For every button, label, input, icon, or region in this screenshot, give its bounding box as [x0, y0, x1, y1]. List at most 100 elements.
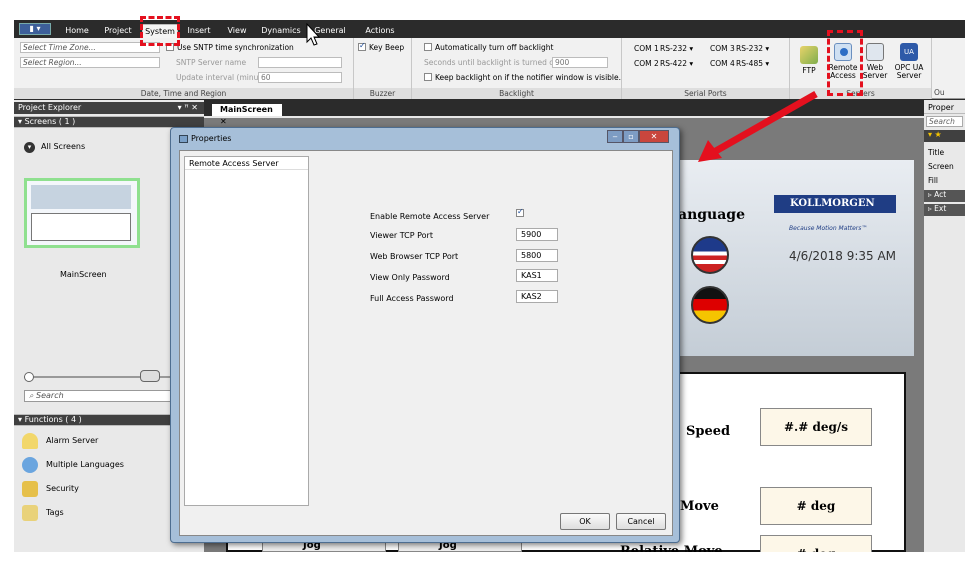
window-controls: ‒ ▫ ✕	[607, 130, 669, 143]
view-only-password-label: View Only Password	[370, 273, 450, 282]
tab-project[interactable]: Project	[98, 24, 138, 38]
update-interval-input[interactable]: 60	[258, 72, 342, 83]
functions-section-label: Functions ( 4 )	[24, 415, 82, 424]
keep-on-checkbox[interactable]: Keep backlight on if the notifier window…	[424, 73, 621, 82]
seconds-input[interactable]: 900	[552, 57, 608, 68]
function-tags[interactable]: Tags	[22, 504, 64, 522]
function-multiple-languages[interactable]: Multiple Languages	[22, 456, 124, 474]
list-item-remote-access-server[interactable]: Remote Access Server	[185, 157, 308, 170]
tab-mainscreen[interactable]: MainScreen ✕	[212, 104, 282, 126]
group-label-buzzer: Buzzer	[354, 88, 411, 99]
keep-on-box[interactable]	[424, 73, 432, 81]
annotation-arrow	[698, 90, 818, 162]
group-date-time-region: Select Time Zone... Select Region... Use…	[14, 38, 354, 99]
web-server-button[interactable]: Web Server	[860, 43, 890, 80]
maximize-icon[interactable]: ▫	[623, 130, 639, 143]
opc-label-2: Server	[896, 71, 922, 80]
auto-off-label: Automatically turn off backlight	[435, 43, 554, 52]
key-beep-box[interactable]	[358, 41, 366, 51]
chevron-down-icon: ▾	[689, 44, 694, 53]
cancel-button[interactable]: Cancel	[616, 513, 666, 530]
actions-section-label: Act	[934, 190, 947, 199]
mainscreen-thumbnail[interactable]	[24, 178, 140, 248]
tab-actions[interactable]: Actions	[360, 24, 400, 38]
function-alarm-server[interactable]: Alarm Server	[22, 432, 98, 450]
file-menu-button[interactable]: ▮ ▾	[19, 23, 51, 35]
pin-icon[interactable]: ▾ ꟸ ✕	[178, 102, 198, 114]
tab-dynamics[interactable]: Dynamics	[258, 24, 304, 38]
chevron-down-icon: ▾	[689, 59, 694, 68]
dialog-title-text: Properties	[191, 134, 232, 143]
zoom-slider-thumb[interactable]	[140, 370, 160, 382]
dialog-icon	[179, 134, 188, 143]
dialog-category-list: Remote Access Server	[184, 156, 309, 506]
properties-panel-header: Proper	[924, 102, 965, 114]
arrow-shaft	[712, 90, 818, 156]
full-access-password-input[interactable]: KAS2	[516, 290, 558, 303]
close-icon[interactable]: ✕	[639, 130, 669, 143]
sntp-server-input[interactable]	[258, 57, 342, 68]
properties-panel: Proper Search ▾ ★ Title Screen Fill ▹ Ac…	[924, 100, 965, 552]
key-beep-label: Key Beep	[369, 43, 405, 52]
prop-screen: Screen	[928, 162, 954, 171]
sntp-server-label: SNTP Server name	[176, 58, 247, 67]
annotation-system-tab-highlight	[140, 16, 180, 46]
sntp-checkbox[interactable]: Use SNTP time synchronization	[166, 43, 294, 52]
group-label-date-time: Date, Time and Region	[14, 88, 353, 99]
close-icon[interactable]: ✕	[220, 117, 227, 126]
function-label: Multiple Languages	[46, 460, 124, 469]
all-screens-label: All Screens	[41, 142, 86, 151]
tab-home[interactable]: Home	[60, 24, 94, 38]
search-placeholder: Search	[36, 391, 64, 400]
com3-label: COM 3	[710, 44, 735, 53]
extensions-section[interactable]: ▹ Ext	[924, 204, 965, 216]
tab-mainscreen-label: MainScreen	[220, 105, 273, 114]
region-select[interactable]: Select Region...	[20, 57, 160, 68]
relative-move-label: Relative Move	[620, 544, 723, 552]
opc-ua-server-button[interactable]: UA OPC UA Server	[894, 43, 924, 80]
com2-select[interactable]: RS-422 ▾	[660, 59, 693, 68]
us-flag-button[interactable]	[691, 236, 729, 274]
com4-select[interactable]: RS-485 ▾	[736, 59, 769, 68]
view-only-password-input[interactable]: KAS1	[516, 269, 558, 282]
web-browser-tcp-port-input[interactable]: 5800	[516, 249, 558, 262]
enable-checkbox-box[interactable]	[516, 207, 524, 217]
auto-off-checkbox[interactable]: Automatically turn off backlight	[424, 43, 553, 52]
thumbnail-preview-top	[31, 185, 131, 209]
prop-title: Title	[928, 148, 945, 157]
auto-off-box[interactable]	[424, 43, 432, 51]
key-beep-checkbox[interactable]: Key Beep	[358, 41, 405, 52]
tab-view[interactable]: View	[222, 24, 252, 38]
com1-select[interactable]: RS-232 ▾	[660, 44, 693, 53]
german-flag-button[interactable]	[691, 286, 729, 324]
properties-search-input[interactable]: Search	[926, 116, 963, 127]
relative-move-value[interactable]: # deg	[760, 535, 872, 552]
all-screens-item[interactable]: ▾ All Screens	[24, 142, 85, 153]
ok-button[interactable]: OK	[560, 513, 610, 530]
minimize-icon[interactable]: ‒	[607, 130, 623, 143]
keep-on-label: Keep backlight on if the notifier window…	[435, 73, 622, 82]
zoom-out-icon[interactable]	[24, 372, 34, 382]
actions-section[interactable]: ▹ Act	[924, 190, 965, 202]
speed-value[interactable]: #.# deg/s	[760, 408, 872, 446]
group-buzzer: Key Beep Buzzer	[354, 38, 412, 99]
tab-insert[interactable]: Insert	[182, 24, 216, 38]
com2-value: RS-422	[660, 59, 687, 68]
move-label: Move	[680, 499, 719, 514]
search-input[interactable]: ⌕ Search	[24, 390, 184, 402]
mouse-cursor-icon	[306, 22, 321, 46]
tagline: Because Motion Matters™	[789, 225, 868, 232]
favorites-section[interactable]: ▾ ★	[924, 130, 965, 142]
function-security[interactable]: Security	[22, 480, 79, 498]
ftp-button[interactable]: FTP	[794, 46, 824, 75]
seconds-label: Seconds until backlight is turned off	[424, 58, 560, 67]
com4-label: COM 4	[710, 59, 735, 68]
com3-select[interactable]: RS-232 ▾	[736, 44, 769, 53]
viewer-tcp-port-input[interactable]: 5900	[516, 228, 558, 241]
enable-remote-access-checkbox[interactable]	[516, 207, 527, 218]
web-browser-tcp-port-label: Web Browser TCP Port	[370, 252, 459, 261]
com2-label: COM 2	[634, 59, 659, 68]
time-zone-select[interactable]: Select Time Zone...	[20, 42, 160, 53]
move-value[interactable]: # deg	[760, 487, 872, 525]
prop-fill: Fill	[928, 176, 939, 185]
